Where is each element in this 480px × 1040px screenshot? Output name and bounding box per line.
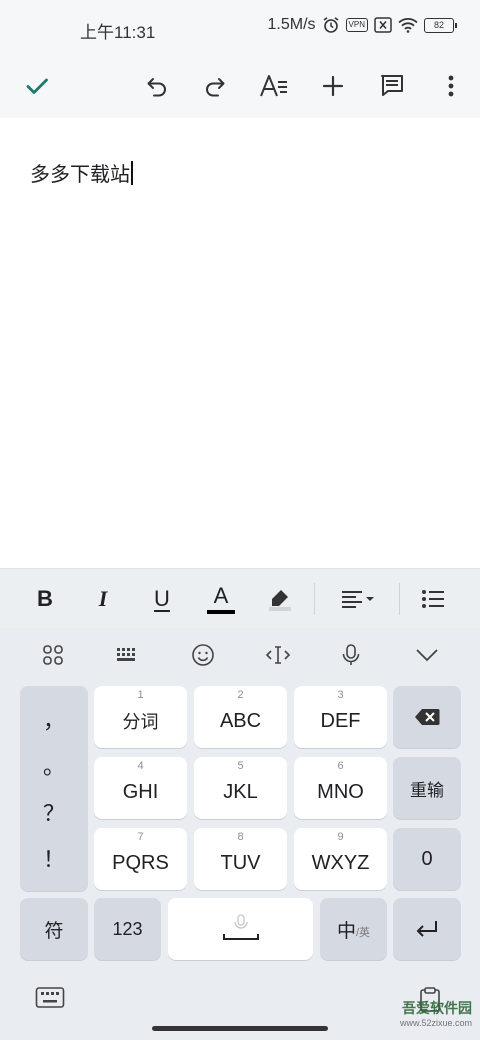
bullet-list-icon[interactable]: [411, 577, 455, 621]
punct-exclaim[interactable]: ！: [43, 842, 65, 874]
punct-period[interactable]: 。: [43, 749, 65, 781]
key-label: JKL: [223, 780, 258, 803]
format-divider: [399, 583, 400, 615]
highlight-icon[interactable]: [257, 577, 301, 621]
key-number: 2: [237, 689, 244, 701]
key-9[interactable]: 9 WXYZ: [294, 828, 387, 890]
underline-button[interactable]: U: [140, 577, 184, 621]
enter-button[interactable]: [393, 898, 461, 960]
comment-icon[interactable]: [370, 64, 414, 108]
keyboard-icon[interactable]: [105, 634, 149, 676]
network-speed: 1.5M/s: [267, 16, 316, 33]
number-mode-button[interactable]: 123: [94, 898, 161, 960]
text-color-swatch: [207, 609, 235, 614]
document-text[interactable]: 多多下载站: [30, 162, 130, 186]
format-toolbar: B I U A: [0, 568, 480, 628]
backspace-button[interactable]: [393, 686, 461, 748]
italic-button[interactable]: I: [81, 577, 125, 621]
keyboard-switch-icon[interactable]: [30, 981, 70, 1015]
key-5[interactable]: 5 JKL: [194, 757, 287, 819]
language-main: 中: [336, 920, 356, 942]
apps-grid-icon[interactable]: [31, 634, 75, 676]
number-mode-label: 123: [112, 918, 143, 939]
key-label: 分词: [122, 712, 159, 732]
key-number: 8: [237, 831, 244, 843]
battery-icon: 82: [424, 17, 457, 33]
key-number: 6: [337, 760, 344, 772]
key-number: 4: [137, 760, 144, 772]
wifi-icon: [398, 18, 418, 33]
watermark-title: 吾爱软件园: [402, 1000, 472, 1016]
watermark-url: www.52zixue.com: [399, 1018, 472, 1028]
more-vert-icon[interactable]: [429, 64, 473, 108]
underline-label: U: [154, 586, 170, 611]
bold-button[interactable]: B: [23, 577, 67, 621]
cursor-move-icon[interactable]: [256, 634, 300, 676]
key-6[interactable]: 6 MNO: [294, 757, 387, 819]
language-toggle-button[interactable]: 中/英: [320, 898, 387, 960]
document-editor[interactable]: 多多下载站: [0, 118, 480, 568]
space-mic-icon: [222, 914, 259, 940]
document-text-line[interactable]: 多多下载站: [30, 158, 133, 187]
punct-comma[interactable]: ，: [43, 703, 65, 735]
text-format-icon[interactable]: [252, 64, 296, 108]
text-cursor: [131, 161, 133, 185]
alarm-icon: [323, 17, 339, 33]
status-icons: 1.5M/s VPN 82: [267, 16, 457, 34]
status-bar: 上午11:31 1.5M/s VPN 82: [0, 0, 480, 56]
key-1[interactable]: 1 分词: [94, 686, 187, 748]
text-color-label: A: [213, 582, 229, 608]
chevron-down-icon[interactable]: [405, 634, 449, 676]
status-time: 上午11:31: [80, 23, 156, 42]
punctuation-column[interactable]: ， 。 ？ ！: [20, 686, 88, 891]
key-label: WXYZ: [311, 851, 370, 874]
redo-icon[interactable]: [193, 64, 237, 108]
bold-label: B: [37, 586, 53, 611]
key-number: 1: [137, 689, 144, 701]
check-icon[interactable]: [15, 64, 59, 108]
zero-button[interactable]: 0: [393, 828, 461, 890]
backspace-icon: [415, 709, 440, 725]
key-4[interactable]: 4 GHI: [94, 757, 187, 819]
add-icon[interactable]: [311, 64, 355, 108]
key-3[interactable]: 3 DEF: [294, 686, 387, 748]
top-toolbar: [0, 56, 480, 118]
undo-icon[interactable]: [135, 64, 179, 108]
key-label: DEF: [320, 709, 361, 732]
symbol-label: 符: [44, 920, 64, 942]
align-icon[interactable]: [334, 577, 384, 621]
italic-label: I: [98, 586, 108, 611]
emoji-icon[interactable]: [181, 634, 225, 676]
no-sim-icon: [374, 17, 392, 33]
vpn-badge: VPN: [345, 18, 368, 32]
keyboard-toolbar: [0, 628, 480, 682]
punct-question[interactable]: ？: [43, 796, 65, 828]
enter-icon: [416, 921, 437, 937]
text-color-button[interactable]: A: [199, 577, 243, 621]
key-label: ABC: [219, 709, 262, 732]
key-number: 9: [337, 831, 344, 843]
retype-label: 重输: [410, 780, 444, 800]
key-7[interactable]: 7 PQRS: [94, 828, 187, 890]
home-indicator[interactable]: [152, 1026, 328, 1031]
format-divider: [314, 583, 315, 615]
key-number: 5: [237, 760, 244, 772]
space-button[interactable]: [168, 898, 313, 960]
watermark: 吾爱软件园 www.52zixue.com: [400, 998, 472, 1028]
key-label: GHI: [122, 780, 159, 803]
key-label: PQRS: [112, 851, 169, 874]
language-sub: /英: [355, 927, 371, 939]
key-number: 3: [337, 689, 344, 701]
zero-label: 0: [421, 847, 433, 870]
retype-button[interactable]: 重输: [393, 757, 461, 819]
key-label: MNO: [317, 780, 364, 803]
symbol-button[interactable]: 符: [20, 898, 88, 960]
key-number: 7: [137, 831, 144, 843]
microphone-icon[interactable]: [329, 634, 373, 676]
key-8[interactable]: 8 TUV: [194, 828, 287, 890]
key-2[interactable]: 2 ABC: [194, 686, 287, 748]
key-label: TUV: [220, 851, 261, 874]
